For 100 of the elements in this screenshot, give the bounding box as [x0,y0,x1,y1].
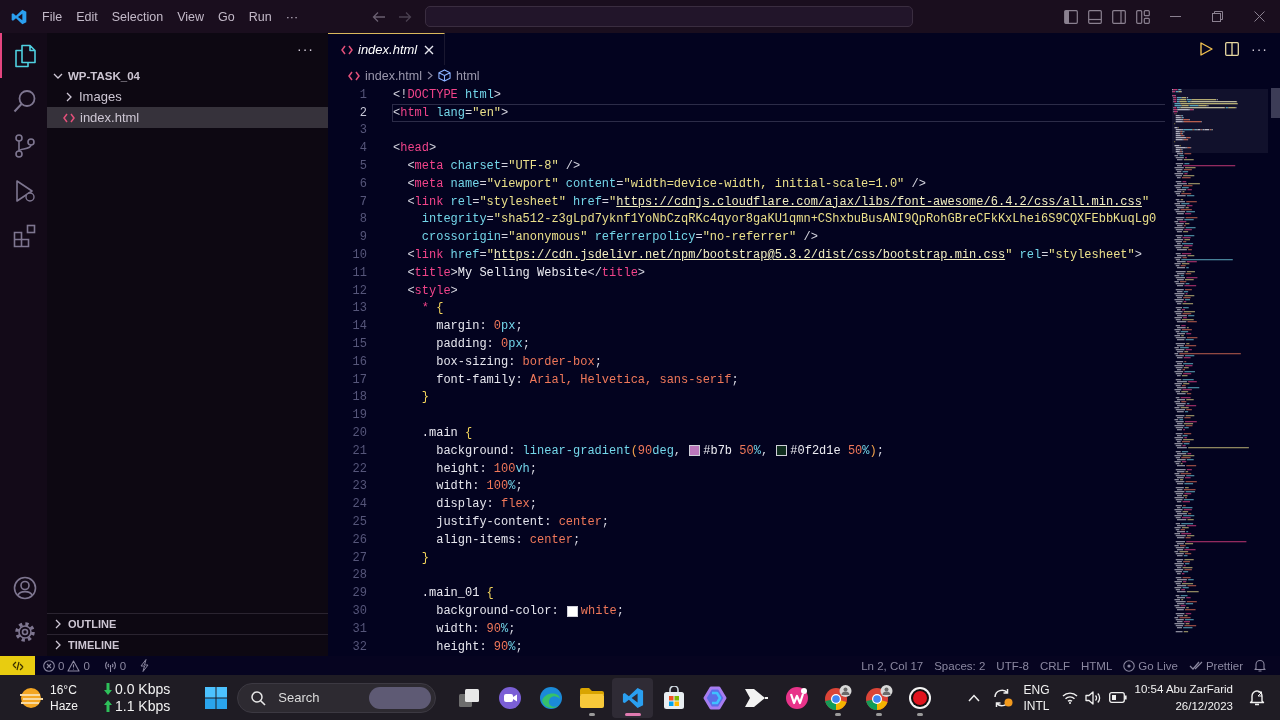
cube-icon [438,69,451,82]
more-actions-button[interactable]: ··· [297,41,314,57]
scrollbar-thumb[interactable] [1271,88,1280,118]
line-number: 26 [351,532,367,547]
menu-item[interactable]: Go [211,7,242,26]
line-number: 32 [351,639,367,654]
menu-item[interactable]: Selection [104,7,171,26]
input-language-button[interactable]: ENG INTL [1023,681,1050,714]
remote-button[interactable] [0,656,35,675]
line-number: 4 [358,141,367,156]
code-line: background-color: white; [436,604,625,618]
code-line: margin: 0px; [436,319,523,334]
folder-row[interactable]: WP-TASK_04 [47,65,328,86]
battery-icon[interactable] [1108,692,1127,703]
line-number: 23 [351,479,367,494]
account-icon[interactable] [12,576,37,600]
code-line: <link rel="stylesheet" href="https://cdnjs.cloudflare.com/ajax/libs/font-awesome/6.4.2/css/all.min.css" [407,194,1150,209]
browser-icon [864,684,893,711]
menu-item[interactable]: File [35,7,70,26]
line-number: 16 [351,354,367,369]
file-row[interactable]: index.html [47,107,328,128]
file-code-icon [63,112,75,123]
warning-icon [67,659,81,672]
four-squares-icon [205,686,228,709]
menu-item[interactable]: Edit [69,7,105,26]
temperature-text: 16°C [50,681,78,698]
line-number: 29 [351,586,367,601]
line-number: 14 [351,319,367,334]
back-arrow-icon[interactable] [372,10,386,23]
weather-condition-text: Haze [50,697,78,714]
code-line: <html lang="en"> [393,105,509,120]
status-bar-item[interactable]: Prettier [1188,659,1243,672]
ports-button[interactable]: 0 [103,659,127,672]
line-number: 15 [351,337,367,352]
source-control-icon [13,133,36,158]
file-code-icon [341,44,353,55]
store-bag-icon [661,685,686,710]
status-bar-item[interactable]: UTF-8 [996,659,1029,672]
code-line: justify-content: center; [436,515,610,529]
status-bar-item[interactable]: Ln 2, Col 17 [861,659,924,672]
search-icon [12,88,37,113]
circle-app-icon [784,685,809,710]
notification-bell-icon[interactable] [1254,659,1266,672]
line-number: 20 [351,426,367,441]
folder-row[interactable]: Images [47,86,328,107]
code-line: } [421,550,429,565]
minimap[interactable] [1172,89,1268,633]
breadcrumb-item[interactable]: index.html [365,68,422,83]
upload-arrow-icon [104,700,112,712]
download-speed-text: 0.0 Kbps [115,680,171,698]
layout-icon[interactable] [1136,9,1150,24]
chevron-up-icon[interactable] [967,693,980,702]
run-icon[interactable] [1199,42,1213,56]
code-line: height: 100vh; [436,461,538,476]
code-line: crossorigin="anonymous" referrerpolicy="no-referrer" /> [421,230,818,245]
browser-icon [538,685,563,710]
files-icon [12,43,37,68]
code-line: width: 100%; [436,479,523,494]
rounded-hexagon-icon [702,685,727,710]
search-icon [251,690,267,706]
line-number: 2 [358,105,367,120]
settings-icon[interactable] [12,620,37,644]
line-number: 6 [358,176,367,191]
status-bar-item[interactable]: Go Live [1123,659,1178,672]
primary-sidebar-icon[interactable] [1064,9,1078,24]
secondary-sidebar-icon[interactable] [1112,9,1126,24]
panel-toggle-icon[interactable] [1088,9,1102,24]
panel-section-header[interactable]: OUTLINE [47,613,328,634]
broadcast-icon [1123,659,1136,672]
panel-section-header[interactable]: TIMELINE [47,634,328,655]
problems-button[interactable]: 0 0 [43,659,90,672]
breadcrumb-item[interactable]: html [456,68,480,83]
status-bar-item[interactable]: CRLF [1039,659,1070,672]
browser-icon [823,684,852,711]
speaker-icon[interactable] [1084,690,1102,705]
upload-speed-text: 1.1 Kbps [115,697,171,715]
taskbar-app-button[interactable] [612,677,654,718]
menu-item[interactable]: Run [241,7,279,26]
code-line: integrity="sha512-z3gLpd7yknf1YoNbCzqRKc4qyor8gaKU1qmn+CShxbuBusANI9QpRohGBreCFkKxLhei6S9CQXFEbbKuqLg0 [421,212,1157,227]
lightning-icon[interactable] [140,659,150,672]
menu-item[interactable]: View [170,7,211,26]
remote-icon [11,659,24,672]
status-bar-item[interactable]: HTML [1080,659,1113,672]
code-line: padding: 0px; [436,337,530,352]
line-number: 31 [351,621,367,636]
sync-icon[interactable] [991,687,1014,708]
split-editor-icon[interactable] [1225,42,1239,56]
line-number: 1 [358,87,367,102]
more-actions-button[interactable]: ··· [1251,41,1268,57]
clock[interactable]: 10:54 Abu ZarFarid 26/12/2023 [1134,680,1233,715]
editor-tab[interactable]: index.html [328,33,446,65]
line-number: 21 [351,443,367,458]
menu-item[interactable]: ··· [278,7,306,26]
wifi-icon[interactable] [1061,691,1078,704]
line-number: 8 [358,212,367,227]
code-line: * { [421,301,444,316]
double-check-icon [1188,660,1203,671]
status-bar-item[interactable]: Spaces: 2 [934,659,986,672]
code-editor-icon [621,686,644,709]
line-number: 28 [351,568,367,583]
